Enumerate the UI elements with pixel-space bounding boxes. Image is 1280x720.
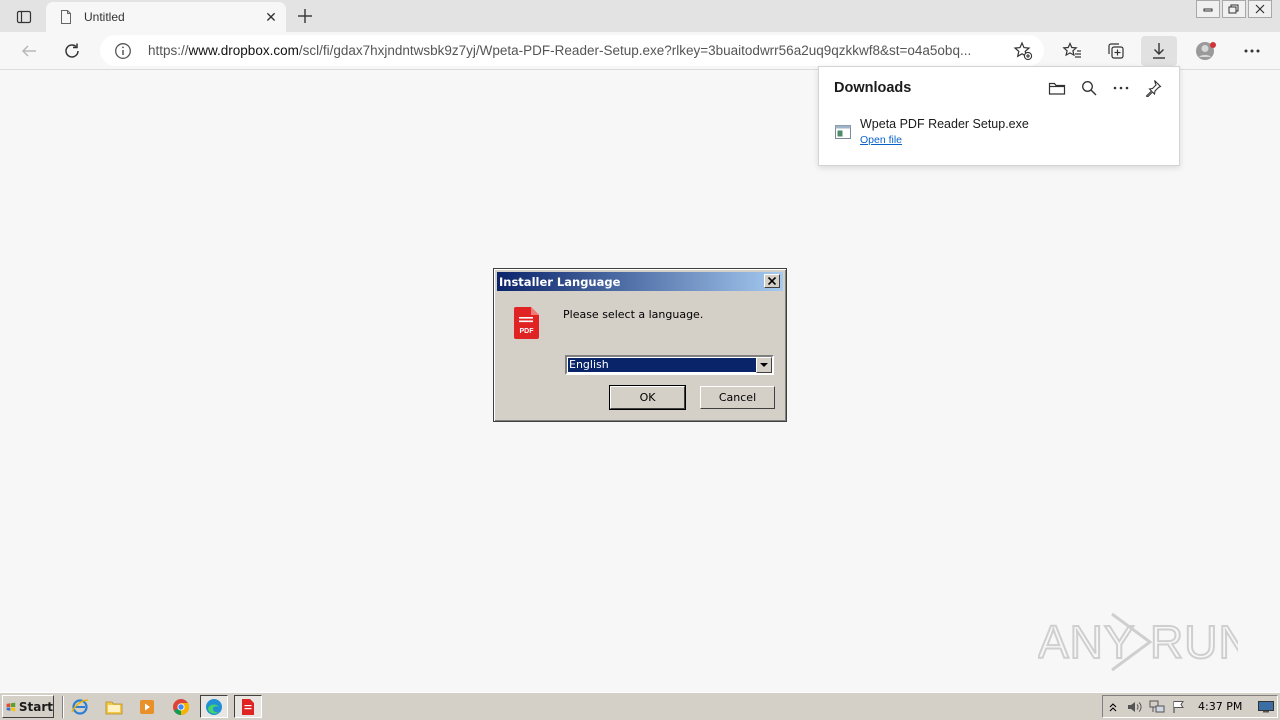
- more-menu-button[interactable]: [1234, 36, 1270, 66]
- show-desktop-button[interactable]: [1258, 700, 1274, 714]
- close-icon: [768, 277, 776, 285]
- show-hidden-icons-button[interactable]: [1105, 700, 1121, 714]
- search-icon: [1082, 81, 1097, 96]
- search-downloads-button[interactable]: [1077, 77, 1101, 99]
- profile-button[interactable]: [1188, 36, 1224, 66]
- close-icon: [1255, 4, 1265, 14]
- svg-text:RUN: RUN: [1150, 616, 1238, 668]
- tab-actions-icon: [16, 10, 32, 24]
- downloads-more-button[interactable]: [1109, 77, 1133, 99]
- tab-title: Untitled: [84, 10, 125, 24]
- pdf-app-icon: PDF: [514, 307, 539, 339]
- url-domain: www.dropbox.com: [188, 43, 299, 58]
- downloads-panel: Downloads Wpeta PDF Reader Setup.exe Ope…: [818, 66, 1180, 166]
- installer-language-dialog: Installer Language PDF Please select a l…: [493, 268, 787, 422]
- folder-icon: [1048, 82, 1066, 95]
- download-file-name: Wpeta PDF Reader Setup.exe: [860, 117, 1029, 131]
- anyrun-watermark-logo: ANY RUN: [1038, 612, 1238, 672]
- language-dropdown-button[interactable]: [756, 357, 772, 373]
- page-icon: [61, 10, 71, 24]
- downloads-button[interactable]: [1141, 36, 1177, 66]
- open-file-link[interactable]: Open file: [860, 134, 1029, 146]
- internet-explorer-icon: [71, 698, 89, 715]
- more-icon: [1113, 86, 1129, 90]
- navigation-bar: https://www.dropbox.com/scl/fi/gdax7hxjn…: [0, 32, 1280, 70]
- taskbar-separator: [62, 696, 64, 718]
- back-button[interactable]: [14, 36, 44, 66]
- tab-strip: Untitled ✕: [0, 0, 1280, 32]
- network-tray-button[interactable]: [1149, 700, 1165, 714]
- dialog-titlebar[interactable]: Installer Language: [497, 272, 783, 291]
- file-explorer-icon: [105, 701, 123, 714]
- restore-button[interactable]: [1222, 0, 1246, 18]
- add-favorite-button[interactable]: [1012, 40, 1034, 62]
- taskbar-installer-button[interactable]: [234, 695, 262, 718]
- url-path: /scl/fi/gdax7hxjndntwsbk9z7yj/Wpeta-PDF-…: [298, 43, 972, 58]
- taskbar-explorer-button[interactable]: [100, 695, 128, 718]
- url-prefix: https://: [148, 43, 189, 58]
- taskbar: Start 4:37 PM: [0, 692, 1280, 720]
- download-item[interactable]: Wpeta PDF Reader Setup.exe Open file: [834, 117, 1029, 146]
- plus-icon: [298, 9, 312, 23]
- cancel-button[interactable]: Cancel: [700, 386, 775, 409]
- chevron-up-icon: [1109, 703, 1117, 712]
- dropdown-arrow-icon: [760, 362, 768, 367]
- dialog-close-button[interactable]: [764, 274, 780, 288]
- avatar-icon: [1196, 42, 1216, 60]
- browser-tab[interactable]: Untitled ✕: [46, 2, 286, 32]
- open-downloads-folder-button[interactable]: [1045, 77, 1069, 99]
- new-tab-button[interactable]: [292, 4, 318, 28]
- window-controls: [1194, 0, 1272, 18]
- dialog-title: Installer Language: [499, 274, 621, 289]
- ok-button[interactable]: OK: [609, 385, 686, 410]
- favorites-button[interactable]: [1054, 36, 1090, 66]
- windows-flag-icon: [6, 702, 16, 711]
- back-arrow-icon: [21, 45, 36, 57]
- refresh-button[interactable]: [57, 36, 87, 66]
- media-player-icon: [140, 699, 154, 714]
- downloads-title: Downloads: [834, 80, 912, 96]
- dialog-message: Please select a language.: [563, 308, 704, 321]
- star-add-icon: [1013, 41, 1033, 61]
- svg-text:PDF: PDF: [520, 328, 535, 335]
- network-icon: [1149, 700, 1165, 713]
- refresh-icon: [65, 43, 79, 58]
- exe-file-icon: [835, 125, 851, 139]
- volume-tray-button[interactable]: [1127, 700, 1143, 714]
- taskbar-chrome-button[interactable]: [167, 695, 195, 718]
- start-button[interactable]: Start: [2, 695, 54, 718]
- minimize-button[interactable]: [1196, 0, 1220, 18]
- chrome-icon: [173, 698, 190, 715]
- url-text[interactable]: https://www.dropbox.com/scl/fi/gdax7hxjn…: [148, 43, 1000, 58]
- more-icon: [1244, 49, 1260, 53]
- language-select-value: English: [567, 357, 757, 373]
- taskbar-media-player-button[interactable]: [133, 695, 161, 718]
- close-window-button[interactable]: [1248, 0, 1272, 18]
- collections-button[interactable]: [1098, 36, 1134, 66]
- collections-icon: [1108, 43, 1124, 59]
- taskbar-clock[interactable]: 4:37 PM: [1198, 700, 1242, 713]
- download-icon: [1153, 43, 1165, 59]
- taskbar-edge-button[interactable]: [200, 695, 228, 718]
- minimize-icon: [1203, 8, 1213, 12]
- flag-icon: [1173, 701, 1184, 713]
- language-select[interactable]: English: [565, 355, 774, 375]
- desktop-icon: [1258, 701, 1274, 713]
- address-bar[interactable]: https://www.dropbox.com/scl/fi/gdax7hxjn…: [100, 35, 1044, 66]
- edge-icon: [206, 698, 222, 715]
- favorites-icon: [1062, 42, 1081, 58]
- tab-actions-button[interactable]: [10, 7, 38, 27]
- site-info-icon[interactable]: [114, 42, 132, 60]
- speaker-icon: [1128, 702, 1142, 712]
- restore-icon: [1228, 4, 1239, 14]
- pdf-app-icon: [242, 698, 254, 715]
- tab-close-icon[interactable]: ✕: [260, 6, 282, 28]
- svg-text:ANY: ANY: [1038, 616, 1136, 668]
- start-label: Start: [18, 699, 53, 714]
- pin-downloads-button[interactable]: [1141, 77, 1165, 99]
- action-center-tray-button[interactable]: [1171, 700, 1187, 714]
- taskbar-ie-button[interactable]: [66, 695, 94, 718]
- pin-icon: [1145, 80, 1162, 97]
- system-tray: 4:37 PM: [1102, 695, 1278, 718]
